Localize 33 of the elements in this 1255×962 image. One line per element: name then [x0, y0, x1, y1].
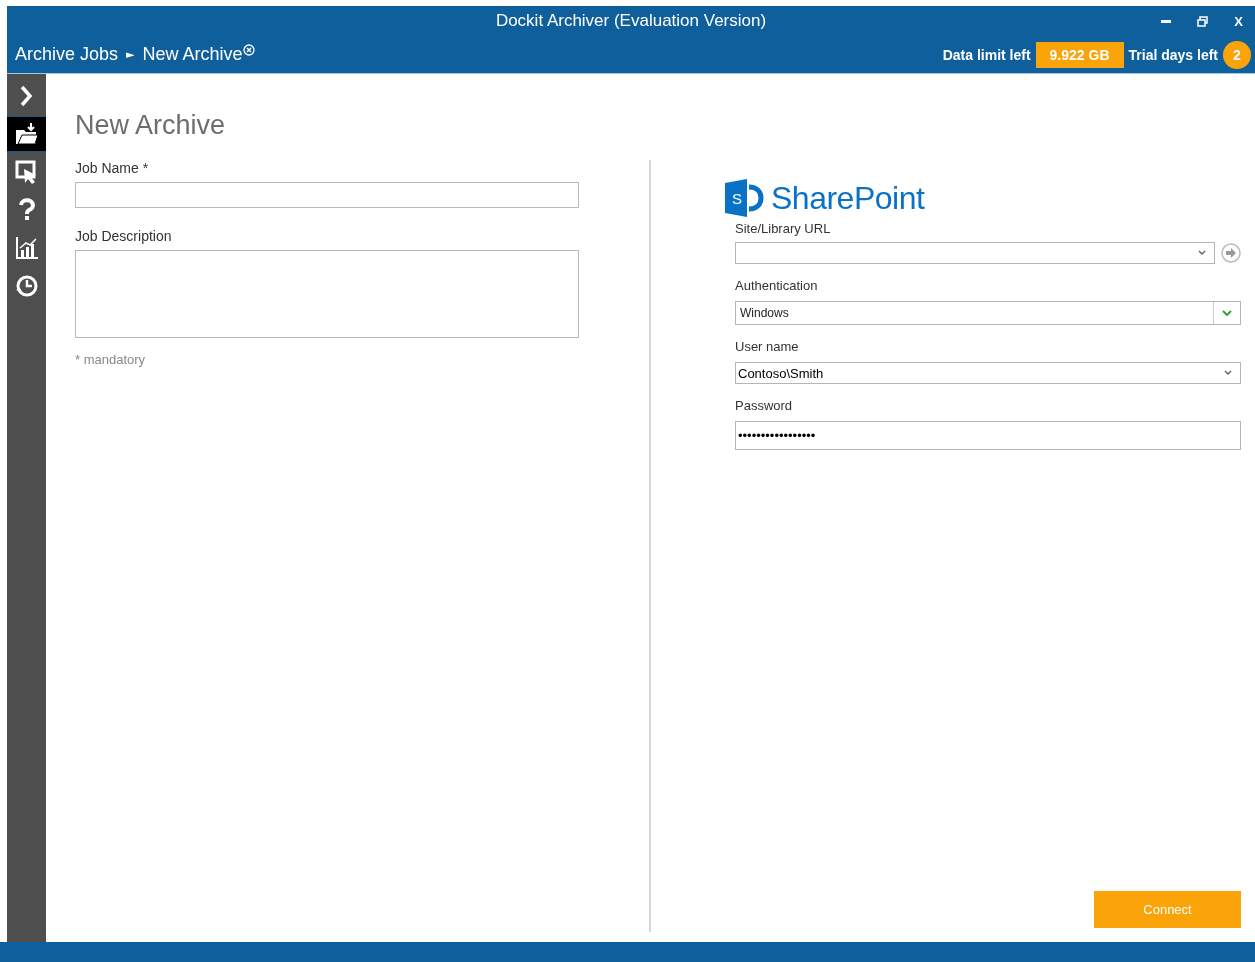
- password-field[interactable]: •••••••••••••••••: [735, 421, 1241, 450]
- trial-days-badge: 2: [1223, 40, 1251, 69]
- dropdown-caret-icon: [1224, 370, 1232, 376]
- field-label: Job Name *: [75, 160, 150, 176]
- breadcrumb-separator: ►: [126, 48, 135, 61]
- combo-field[interactable]: Contoso\Smith: [735, 362, 1241, 384]
- field-label: User name: [735, 339, 800, 354]
- combo-field[interactable]: [735, 242, 1215, 264]
- minimize-icon: [1161, 19, 1172, 23]
- job-description-field[interactable]: [75, 250, 579, 338]
- folder-icon: [13, 121, 40, 147]
- close-circle-icon[interactable]: [242, 44, 255, 56]
- breadcrumb-link[interactable]: Archive Jobs: [15, 44, 119, 65]
- field-label: Password: [735, 398, 794, 413]
- sharepoint-logo: S SharePoint: [725, 179, 1241, 217]
- field-label: Site/Library URL: [735, 221, 832, 236]
- breadcrumb-link[interactable]: New Archive: [142, 44, 243, 65]
- chart-icon: [13, 235, 40, 261]
- sidebar-item[interactable]: [7, 116, 46, 152]
- dropdown-caret-icon: [1198, 250, 1206, 256]
- page-title: New Archive: [75, 110, 226, 141]
- close-button[interactable]: X: [1230, 10, 1247, 32]
- dropdown-caret-icon: [1222, 309, 1232, 317]
- field-label: Authentication: [735, 278, 819, 293]
- field-label: Job Description: [75, 228, 173, 244]
- restore-icon: [1197, 15, 1209, 27]
- window-title: Dockit Archiver (Evaluation Version): [495, 11, 767, 31]
- authentication-select[interactable]: Windows: [735, 301, 1241, 325]
- data-limit-label: Data limit left: [942, 46, 1031, 63]
- job-name-field[interactable]: [75, 182, 579, 208]
- data-limit-value: 9.922 GB: [1035, 41, 1124, 68]
- trial-days-label: Trial days left: [1128, 46, 1218, 63]
- mandatory-note: * mandatory: [75, 352, 147, 367]
